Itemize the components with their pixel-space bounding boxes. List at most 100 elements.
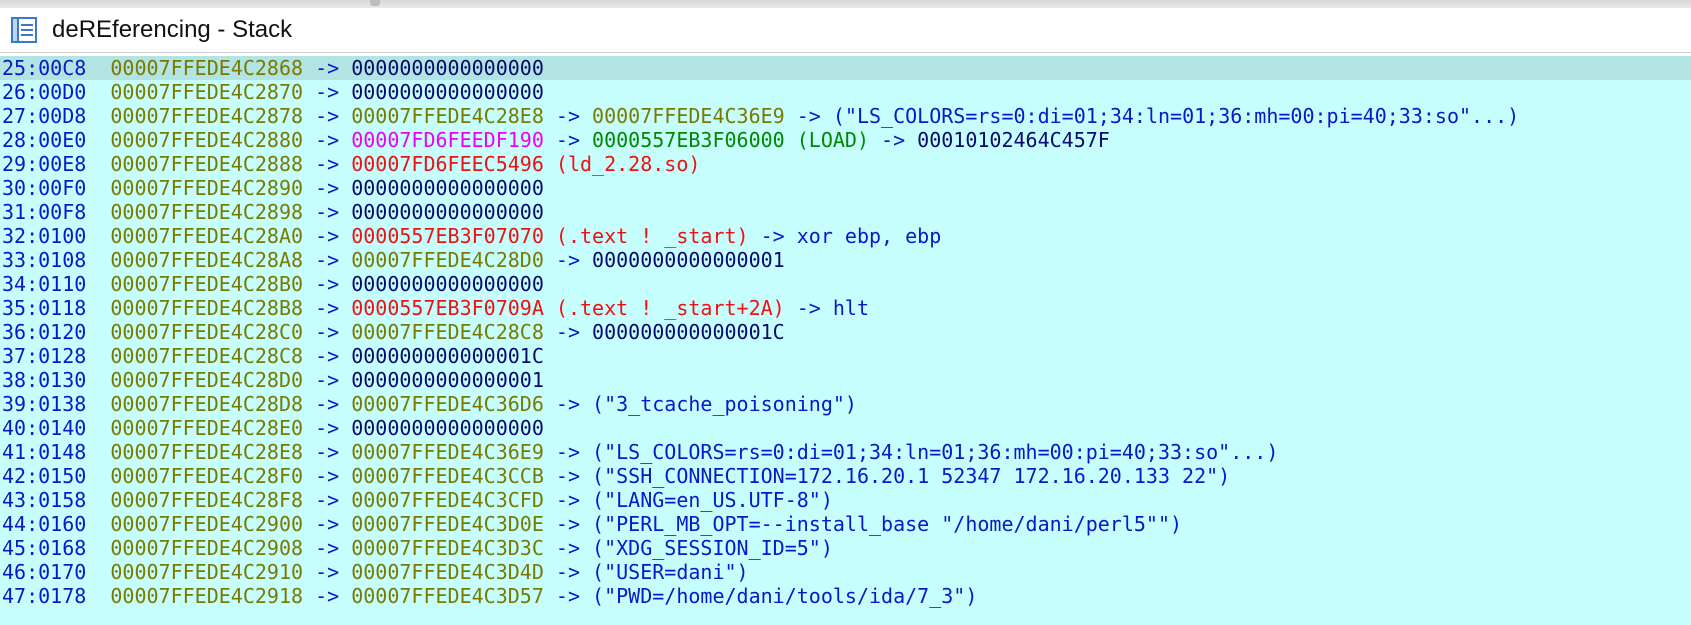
stack-address: 00007FFEDE4C2910 — [110, 560, 304, 584]
deref-arrow: -> — [303, 104, 352, 128]
stack-value: ("PWD=/home/dani/tools/ida/7_3") — [592, 584, 978, 608]
stack-row[interactable]: 30:00F0 00007FFEDE4C2890 -> 000000000000… — [0, 176, 1691, 200]
deref-arrow: -> — [303, 536, 352, 560]
stack-row[interactable]: 29:00E8 00007FFEDE4C2888 -> 00007FD6FEEC… — [0, 152, 1691, 176]
stack-view-icon — [10, 15, 40, 45]
deref-arrow: -> — [543, 584, 593, 608]
stack-value: 0000557EB3F0709A — [351, 296, 544, 320]
stack-row[interactable]: 42:0150 00007FFEDE4C28F0 -> 00007FFEDE4C… — [0, 464, 1691, 488]
deref-arrow: -> — [543, 560, 593, 584]
stack-row[interactable]: 43:0158 00007FFEDE4C28F8 -> 00007FFEDE4C… — [0, 488, 1691, 512]
deref-arrow: -> — [303, 512, 352, 536]
stack-row[interactable]: 36:0120 00007FFEDE4C28C0 -> 00007FFEDE4C… — [0, 320, 1691, 344]
stack-address: 00007FFEDE4C28E8 — [110, 440, 304, 464]
stack-offset: 42:0150 — [2, 464, 87, 488]
stack-row[interactable]: 28:00E0 00007FFEDE4C2880 -> 00007FD6FEED… — [0, 128, 1691, 152]
stack-row[interactable]: 39:0138 00007FFEDE4C28D8 -> 00007FFEDE4C… — [0, 392, 1691, 416]
stack-value: 0000000000000000 — [351, 176, 544, 200]
stack-row[interactable]: 32:0100 00007FFEDE4C28A0 -> 0000557EB3F0… — [0, 224, 1691, 248]
stack-address: 00007FFEDE4C2868 — [110, 56, 304, 80]
stack-value: 00007FD6FEEDF190 — [351, 128, 544, 152]
stack-row[interactable]: 40:0140 00007FFEDE4C28E0 -> 000000000000… — [0, 416, 1691, 440]
stack-offset: 25:00C8 — [2, 56, 87, 80]
stack-row[interactable]: 25:00C8 00007FFEDE4C2868 -> 000000000000… — [0, 56, 1691, 80]
deref-arrow: -> — [303, 272, 352, 296]
stack-row[interactable]: 47:0178 00007FFEDE4C2918 -> 00007FFEDE4C… — [0, 584, 1691, 608]
stack-value: 0000000000000000 — [351, 272, 544, 296]
stack-row[interactable]: 38:0130 00007FFEDE4C28D0 -> 000000000000… — [0, 368, 1691, 392]
stack-row[interactable]: 45:0168 00007FFEDE4C2908 -> 00007FFEDE4C… — [0, 536, 1691, 560]
stack-row[interactable]: 46:0170 00007FFEDE4C2910 -> 00007FFEDE4C… — [0, 560, 1691, 584]
stack-value: 000000000000001C — [592, 320, 785, 344]
window-title-bar[interactable]: deREferencing - Stack — [0, 8, 1691, 53]
resize-grip[interactable] — [370, 0, 380, 6]
stack-view[interactable]: 25:00C8 00007FFEDE4C2868 -> 000000000000… — [0, 56, 1691, 625]
stack-address: 00007FFEDE4C2888 — [110, 152, 304, 176]
deref-arrow: -> — [543, 128, 593, 152]
stack-value: 0000000000000001 — [592, 248, 785, 272]
deref-arrow: -> — [303, 344, 352, 368]
stack-address: 00007FFEDE4C28B0 — [110, 272, 304, 296]
deref-arrow: -> — [303, 152, 352, 176]
stack-row[interactable]: 34:0110 00007FFEDE4C28B0 -> 000000000000… — [0, 272, 1691, 296]
stack-row[interactable]: 31:00F8 00007FFEDE4C2898 -> 000000000000… — [0, 200, 1691, 224]
deref-arrow: -> — [303, 392, 352, 416]
stack-offset: 32:0100 — [2, 224, 87, 248]
stack-address: 00007FFEDE4C2898 — [110, 200, 304, 224]
stack-row[interactable]: 44:0160 00007FFEDE4C2900 -> 00007FFEDE4C… — [0, 512, 1691, 536]
stack-value: (ld_2.28.so) — [543, 152, 701, 176]
stack-row[interactable]: 26:00D0 00007FFEDE4C2870 -> 000000000000… — [0, 80, 1691, 104]
stack-row[interactable]: 35:0118 00007FFEDE4C28B8 -> 0000557EB3F0… — [0, 296, 1691, 320]
stack-value: 00007FFEDE4C3D0E — [351, 512, 544, 536]
deref-arrow: -> — [303, 320, 352, 344]
stack-value: ("LS_COLORS=rs=0:di=01;34:ln=01;36:mh=00… — [832, 104, 1520, 128]
stack-address: 00007FFEDE4C2870 — [110, 80, 304, 104]
stack-offset: 40:0140 — [2, 416, 87, 440]
deref-arrow: -> — [303, 368, 352, 392]
deref-arrow: -> — [303, 200, 352, 224]
deref-arrow: -> — [303, 584, 352, 608]
deref-arrow: -> — [543, 464, 593, 488]
stack-value: ("USER=dani") — [592, 560, 749, 584]
window-title: deREferencing - Stack — [52, 16, 293, 43]
stack-offset: 41:0148 — [2, 440, 87, 464]
stack-value: 00007FFEDE4C3D57 — [351, 584, 544, 608]
stack-value: (LOAD) — [784, 128, 869, 152]
stack-value: 00007FFEDE4C3D3C — [351, 536, 544, 560]
stack-value: 00010102464C457F — [917, 128, 1110, 152]
stack-address: 00007FFEDE4C28F8 — [110, 488, 304, 512]
stack-value: 00007FFEDE4C36E9 — [351, 440, 544, 464]
stack-value: 00007FD6FEEC5496 — [351, 152, 544, 176]
stack-row[interactable]: 33:0108 00007FFEDE4C28A8 -> 00007FFEDE4C… — [0, 248, 1691, 272]
stack-value: 0000000000000000 — [351, 200, 544, 224]
stack-offset: 29:00E8 — [2, 152, 87, 176]
stack-offset: 27:00D8 — [2, 104, 87, 128]
stack-value: 00007FFEDE4C28D0 — [351, 248, 544, 272]
deref-arrow: -> — [543, 488, 593, 512]
stack-value: ("XDG_SESSION_ID=5") — [592, 536, 833, 560]
stack-row[interactable]: 27:00D8 00007FFEDE4C2878 -> 00007FFEDE4C… — [0, 104, 1691, 128]
stack-address: 00007FFEDE4C2918 — [110, 584, 304, 608]
deref-arrow: -> — [784, 104, 833, 128]
deref-arrow: -> — [303, 488, 352, 512]
stack-row[interactable]: 41:0148 00007FFEDE4C28E8 -> 00007FFEDE4C… — [0, 440, 1691, 464]
stack-address: 00007FFEDE4C2890 — [110, 176, 304, 200]
stack-offset: 37:0128 — [2, 344, 87, 368]
stack-value: 0000557EB3F06000 — [592, 128, 785, 152]
stack-row[interactable]: 37:0128 00007FFEDE4C28C8 -> 000000000000… — [0, 344, 1691, 368]
stack-address: 00007FFEDE4C2908 — [110, 536, 304, 560]
stack-offset: 45:0168 — [2, 536, 87, 560]
